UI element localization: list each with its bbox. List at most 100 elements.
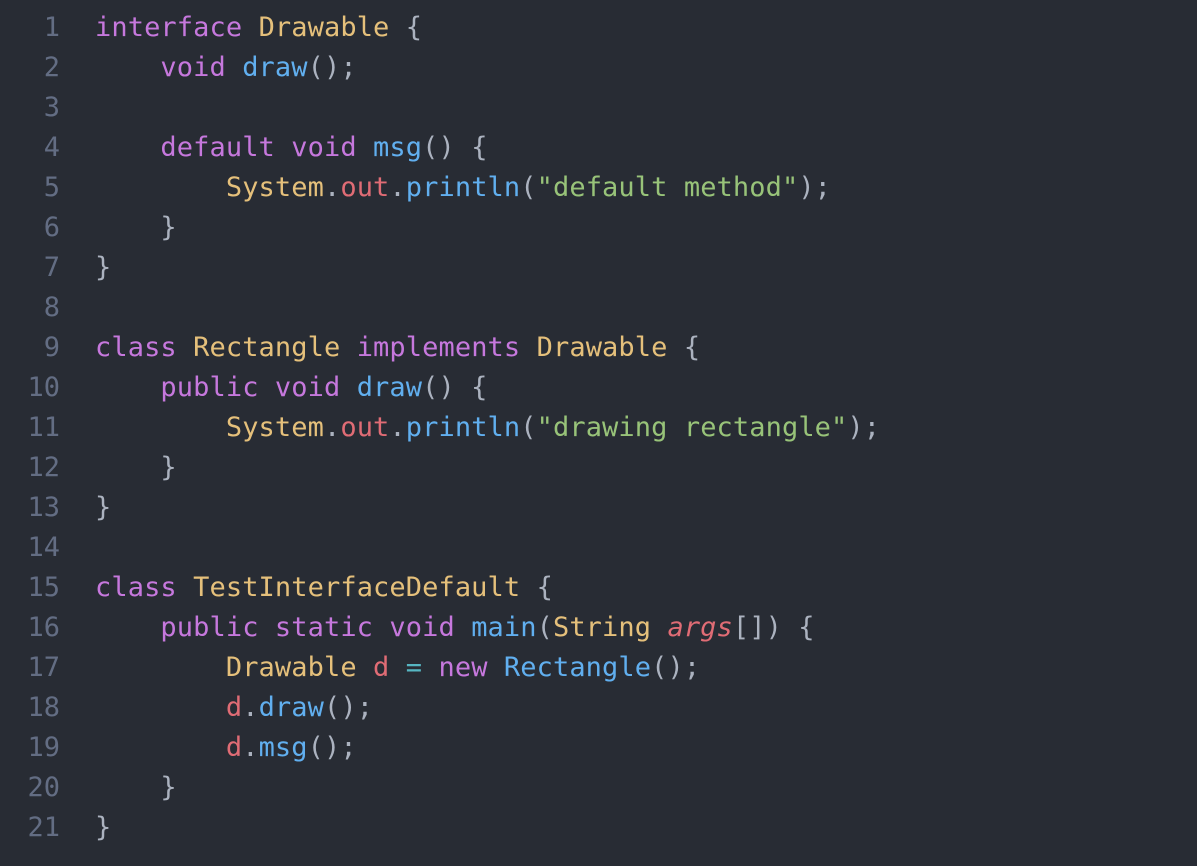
code-token-punct: . — [323, 412, 341, 443]
code-token-punct: } — [95, 812, 112, 843]
code-line[interactable]: 10 public void draw() { — [0, 368, 1197, 408]
code-token-punct: { — [683, 332, 701, 363]
code-token-punct: (); — [651, 652, 701, 683]
code-token-keyword: public void — [160, 372, 357, 403]
code-line[interactable]: 19 d.msg(); — [0, 728, 1197, 768]
code-token-punct: (); — [307, 52, 357, 83]
line-number: 5 — [43, 172, 60, 203]
code-token-punct: (); — [323, 692, 374, 723]
line-content: class TestInterfaceDefault { — [60, 568, 553, 608]
code-token-punct: . — [389, 172, 406, 203]
line-content: System.out.println("drawing rectangle"); — [60, 408, 880, 448]
code-line[interactable]: 18 d.draw(); — [0, 688, 1197, 728]
code-token-punct: . — [242, 692, 259, 723]
code-token-variable: d — [373, 652, 406, 683]
line-number: 4 — [43, 132, 60, 163]
line-number: 12 — [27, 452, 60, 483]
line-content: System.out.println("default method"); — [60, 168, 831, 208]
line-number: 2 — [43, 52, 60, 83]
code-token-method: msg — [373, 132, 423, 163]
code-token-method: main — [471, 612, 537, 643]
code-line[interactable]: 9 class Rectangle implements Drawable { — [0, 328, 1197, 368]
code-line[interactable]: 13} — [0, 488, 1197, 528]
line-number: 10 — [27, 372, 60, 403]
code-token-method: draw — [356, 372, 423, 403]
code-token-method: draw — [258, 692, 324, 723]
code-token-punct: () { — [422, 372, 488, 403]
code-token-variable: d — [225, 692, 243, 723]
line-content: public static void main(String args[]) { — [60, 608, 815, 648]
code-token-punct: { — [405, 12, 423, 43]
code-token-keyword: public static void — [160, 612, 472, 643]
line-content: } — [60, 768, 177, 808]
line-content: } — [60, 448, 177, 488]
code-token-method: draw — [242, 52, 308, 83]
line-number: 15 — [27, 572, 60, 603]
code-line[interactable]: 2 void draw(); — [0, 48, 1197, 88]
code-line[interactable]: 21} — [0, 808, 1197, 848]
code-line[interactable]: 5 System.out.println("default method"); — [0, 168, 1197, 208]
code-token-punct: } — [95, 452, 177, 483]
line-content: void draw(); — [60, 48, 357, 88]
code-token-punct: . — [389, 412, 406, 443]
code-token-method: println — [405, 172, 521, 203]
code-token-punct: } — [95, 492, 112, 523]
code-token-punct: ); — [847, 412, 881, 443]
line-content: } — [60, 808, 111, 848]
line-content: default void msg() { — [60, 128, 488, 168]
code-line[interactable]: 17 Drawable d = new Rectangle(); — [0, 648, 1197, 688]
line-content: } — [60, 208, 177, 248]
line-content: d.msg(); — [60, 728, 357, 768]
line-content: interface Drawable { — [60, 8, 422, 48]
line-number: 19 — [27, 732, 60, 763]
code-token-punct: } — [95, 772, 177, 803]
code-line[interactable]: 11 System.out.println("drawing rectangle… — [0, 408, 1197, 448]
code-token-variable: out — [340, 412, 390, 443]
code-token-type: TestInterfaceDefault — [193, 572, 537, 603]
code-token-type: Drawable — [258, 12, 406, 43]
code-line[interactable]: 6 } — [0, 208, 1197, 248]
code-token-punct: ); — [798, 172, 832, 203]
code-editor-viewport[interactable]: 1 interface Drawable {2 void draw(); 3 4 de… — [0, 0, 1197, 866]
code-token-variable: out — [340, 172, 390, 203]
line-number: 17 — [27, 652, 60, 683]
code-token-keyword: default void — [160, 132, 374, 163]
code-token-keyword: class — [95, 332, 194, 363]
line-content: } — [60, 488, 111, 528]
code-token-method: Rectangle — [503, 652, 652, 683]
code-line[interactable]: 7} — [0, 248, 1197, 288]
line-content: d.draw(); — [60, 688, 373, 728]
code-line[interactable]: 16 public static void main(String args[]… — [0, 608, 1197, 648]
code-lines-container: 1 interface Drawable {2 void draw(); 3 4 de… — [0, 8, 1197, 848]
code-token-keyword: new — [438, 652, 504, 683]
code-line[interactable]: 14 — [0, 528, 1197, 568]
code-token-type: System — [225, 412, 324, 443]
code-line[interactable]: 15 class TestInterfaceDefault { — [0, 568, 1197, 608]
line-number: 13 — [27, 492, 60, 523]
code-line[interactable]: 3 — [0, 88, 1197, 128]
code-token-string: "default method" — [536, 172, 799, 203]
line-number: 14 — [27, 532, 60, 563]
line-number: 16 — [27, 612, 60, 643]
code-line[interactable]: 4 default void msg() { — [0, 128, 1197, 168]
code-line[interactable]: 12 } — [0, 448, 1197, 488]
code-token-type: Rectangle — [193, 332, 357, 363]
code-token-operator: = — [405, 652, 439, 683]
code-token-string: "drawing rectangle" — [536, 412, 848, 443]
code-token-method: msg — [258, 732, 308, 763]
code-token-type: String — [552, 612, 668, 643]
line-number: 9 — [43, 332, 60, 363]
code-token-punct: []) { — [732, 612, 815, 643]
code-line[interactable]: 1 interface Drawable { — [0, 8, 1197, 48]
code-token-keyword: class — [95, 572, 194, 603]
code-line[interactable]: 20 } — [0, 768, 1197, 808]
code-line[interactable]: 8 — [0, 288, 1197, 328]
